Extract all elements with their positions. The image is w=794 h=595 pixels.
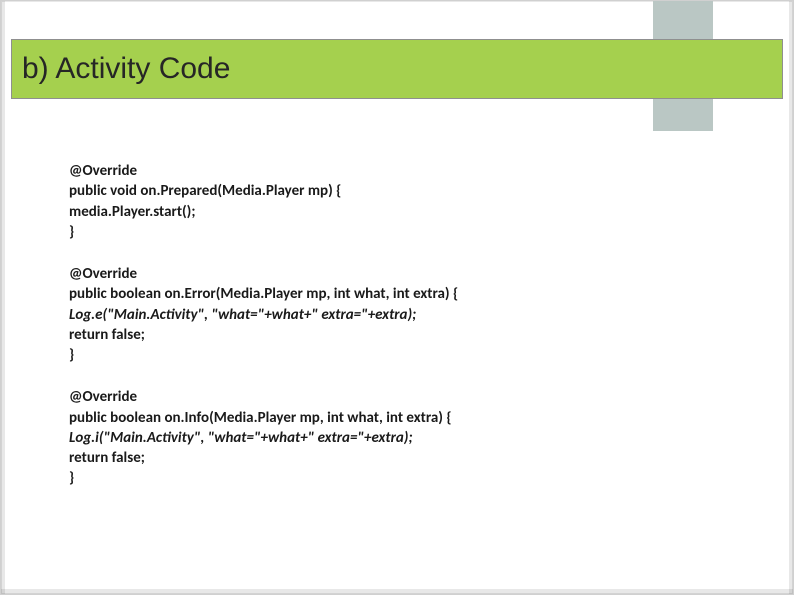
code-line: @Override [69, 264, 733, 284]
title-banner: b) Activity Code [11, 39, 783, 99]
code-area: @Override public void on.Prepared(Media.… [69, 161, 733, 511]
code-line: @Override [69, 387, 733, 407]
code-line: public boolean on.Error(Media.Player mp,… [69, 284, 733, 304]
code-line: public boolean on.Info(Media.Player mp, … [69, 408, 733, 428]
code-line: return false; [69, 448, 733, 468]
code-line: public void on.Prepared(Media.Player mp)… [69, 181, 733, 201]
code-line: Log.i("Main.Activity", "what="+what+" ex… [69, 428, 733, 448]
code-block-0: @Override public void on.Prepared(Media.… [69, 161, 733, 242]
code-line: } [69, 345, 733, 365]
slide-title: b) Activity Code [22, 52, 230, 86]
slide: b) Activity Code @Override public void o… [0, 0, 794, 595]
shadow-right [789, 1, 793, 594]
code-line: } [69, 222, 733, 242]
shadow-left [1, 1, 5, 594]
code-line: media.Player.start(); [69, 202, 733, 222]
code-line: Log.e("Main.Activity", "what="+what+" ex… [69, 305, 733, 325]
code-line: } [69, 468, 733, 488]
code-line: @Override [69, 161, 733, 181]
code-line: return false; [69, 325, 733, 345]
code-block-2: @Override public boolean on.Info(Media.P… [69, 387, 733, 488]
shadow-bottom [1, 589, 793, 594]
code-block-1: @Override public boolean on.Error(Media.… [69, 264, 733, 365]
